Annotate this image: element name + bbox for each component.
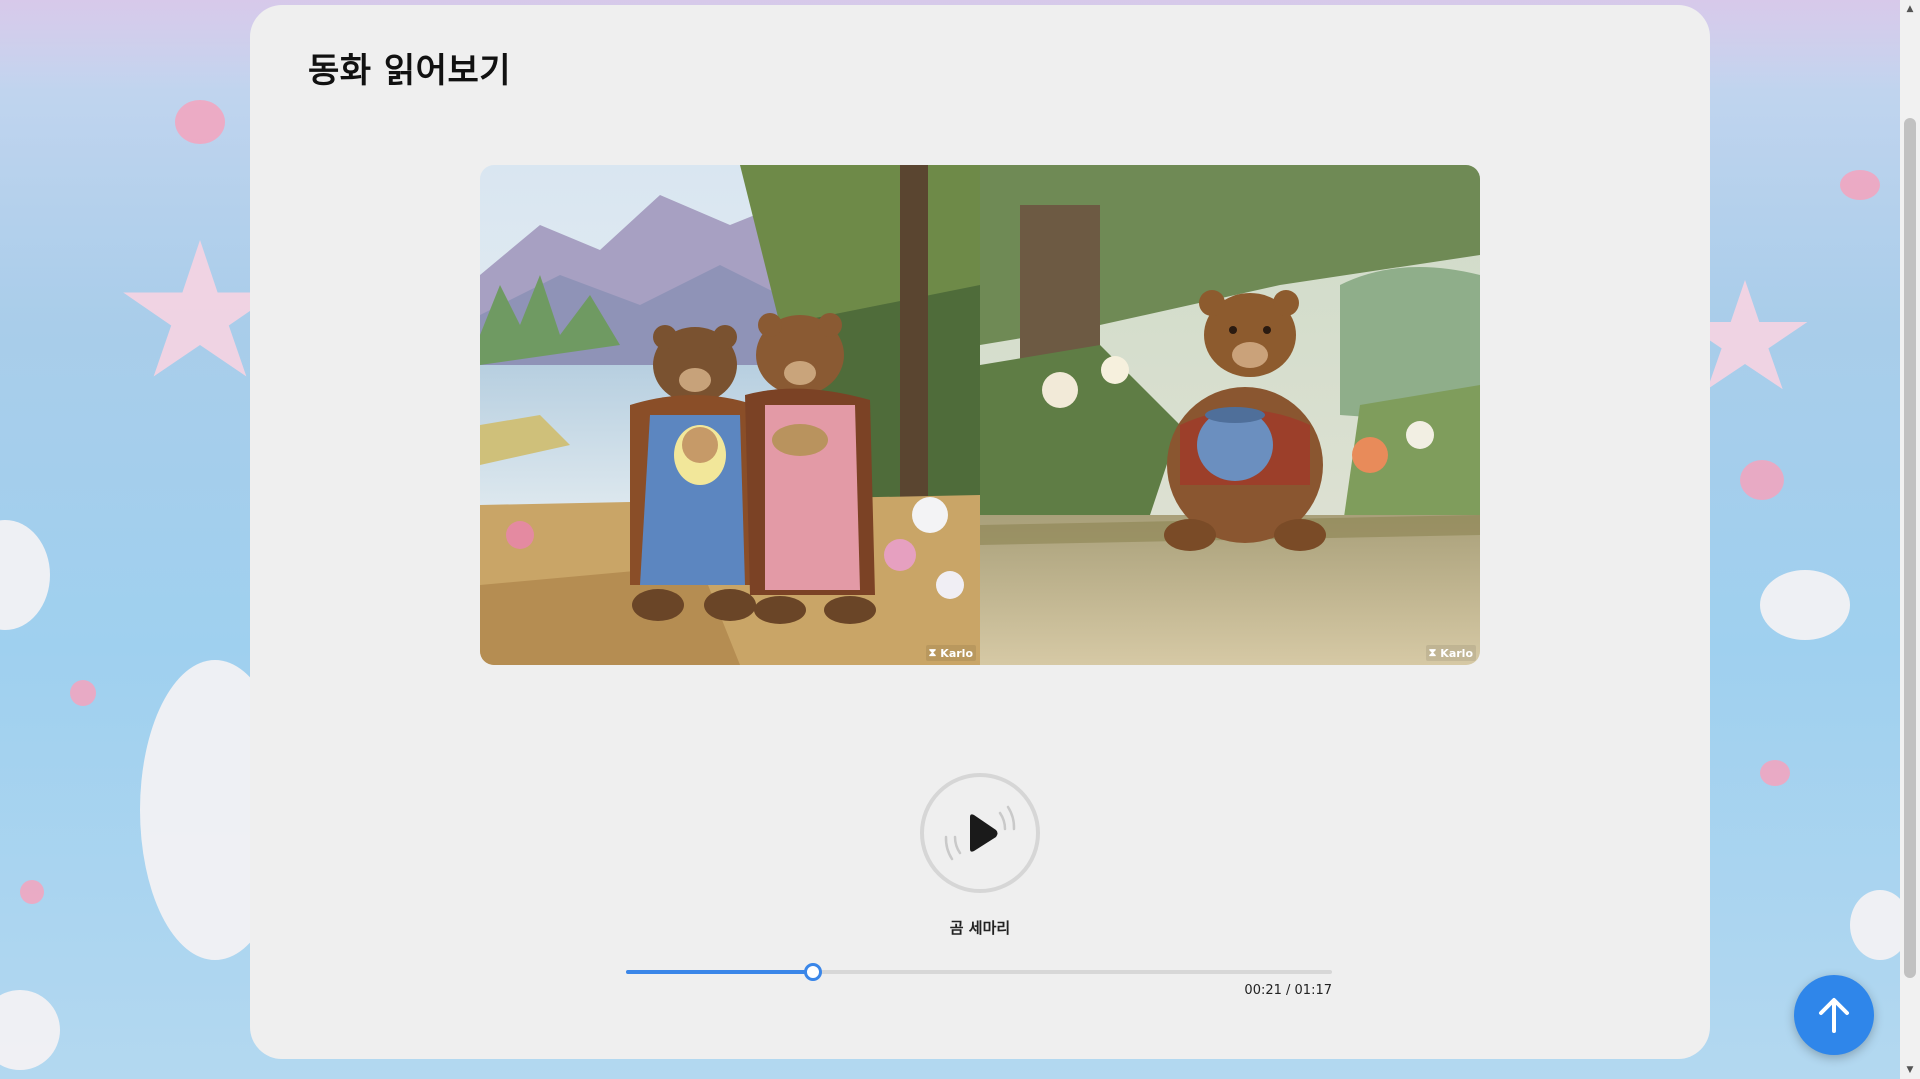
progress-fill: [626, 970, 814, 974]
play-button[interactable]: [920, 773, 1040, 893]
arrow-up-icon: [1819, 998, 1849, 1033]
time-display: 00:21 / 01:17: [1244, 983, 1332, 998]
page-scrollbar[interactable]: ▲ ▼: [1900, 0, 1920, 1079]
audio-progress-slider[interactable]: [626, 961, 1332, 983]
karlo-watermark: ⧗ Karlo: [925, 645, 976, 661]
progress-thumb[interactable]: [804, 963, 823, 981]
left-page-illustration: ⧗ Karlo: [480, 165, 980, 665]
story-card: 동화 읽어보기 ⧗ Karlo ⧗ Karlo 곰 세마리 00:21 / 01…: [250, 5, 1710, 1059]
bear-family-illustration: [480, 165, 980, 665]
scrollbar-thumb[interactable]: [1904, 118, 1916, 978]
watermark-label: Karlo: [940, 646, 973, 660]
play-icon: [944, 805, 1016, 861]
scroll-up-arrow-icon[interactable]: ▲: [1900, 0, 1920, 18]
storybook: ⧗ Karlo ⧗ Karlo: [480, 165, 1480, 665]
bear-with-honey-pot-illustration: [980, 165, 1480, 665]
scroll-to-top-button[interactable]: [1794, 975, 1874, 1055]
page-title: 동화 읽어보기: [308, 51, 512, 91]
scroll-down-arrow-icon[interactable]: ▼: [1900, 1061, 1920, 1079]
karlo-logo-icon: ⧗: [1428, 646, 1437, 659]
track-title: 곰 세마리: [949, 919, 1011, 937]
watermark-label: Karlo: [1440, 646, 1473, 660]
karlo-watermark: ⧗ Karlo: [1425, 645, 1476, 661]
right-page-illustration: ⧗ Karlo: [980, 165, 1480, 665]
karlo-logo-icon: ⧗: [928, 646, 937, 659]
